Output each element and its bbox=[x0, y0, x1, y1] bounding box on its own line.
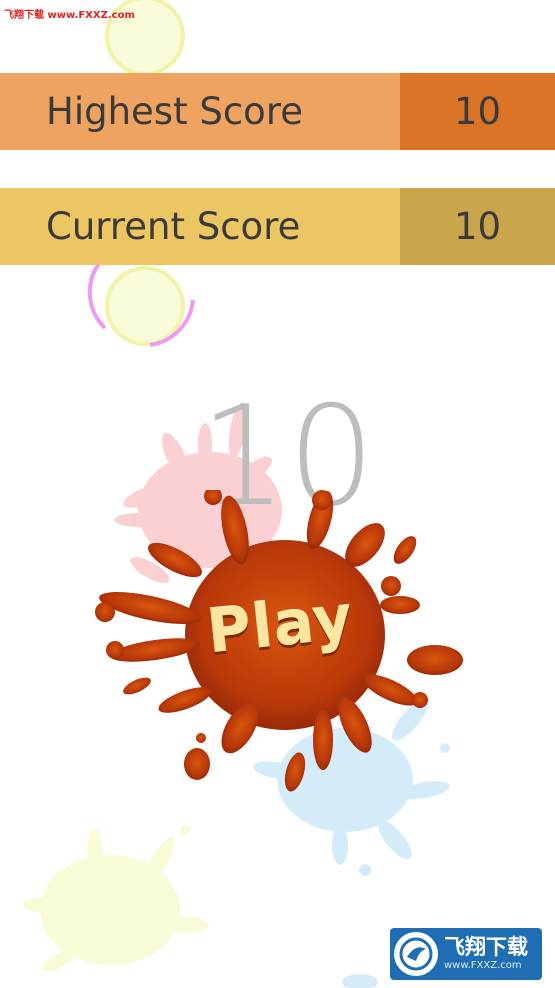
watermark-url: www.FXXZ.com bbox=[444, 959, 522, 971]
highest-score-label: Highest Score bbox=[0, 73, 400, 150]
bubble-decoration-middle bbox=[87, 260, 195, 347]
highest-score-value: 10 bbox=[400, 73, 555, 150]
current-score-label: Current Score bbox=[0, 188, 400, 265]
watermark-bottom: 飞翔下载 www.FXXZ.com bbox=[390, 928, 542, 980]
play-button[interactable]: Play bbox=[95, 490, 465, 800]
watermark-name: 飞翔下载 bbox=[444, 935, 528, 960]
current-score-row: Current Score 10 bbox=[0, 188, 555, 265]
yellow-splat-decoration bbox=[23, 825, 209, 972]
watermark-top: 飞翔下载 www.FXXZ.com bbox=[4, 10, 135, 21]
current-score-value: 10 bbox=[400, 188, 555, 265]
highest-score-row: Highest Score 10 bbox=[0, 73, 555, 150]
watermark-logo-icon bbox=[394, 932, 438, 976]
